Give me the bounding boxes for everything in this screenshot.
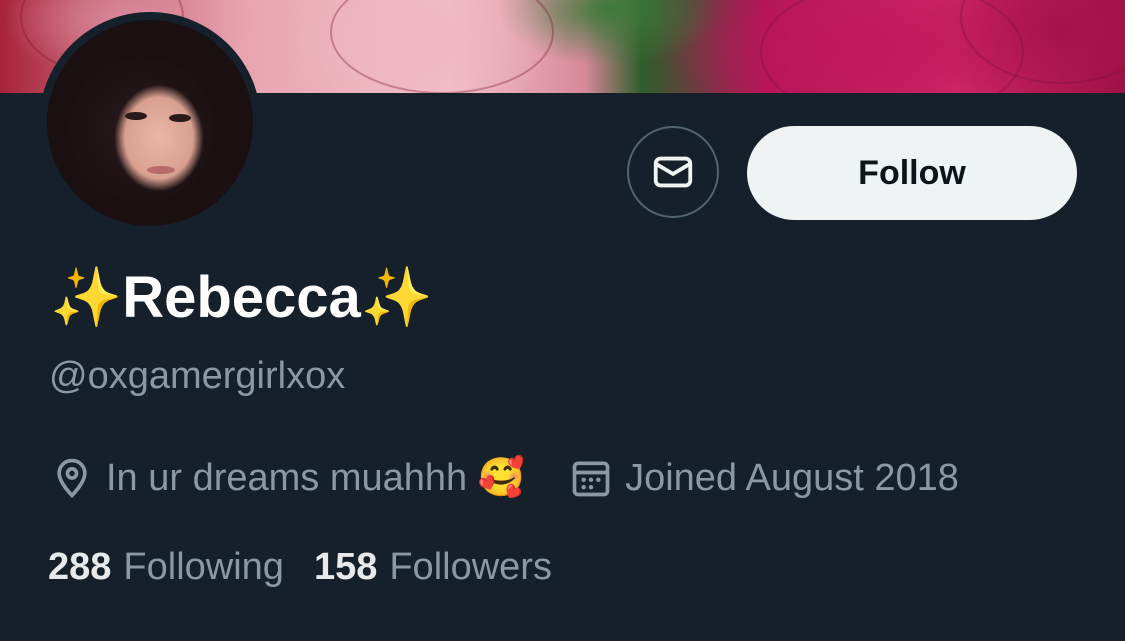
- joined-date: Joined August 2018: [625, 456, 959, 499]
- location-pin-icon: [57, 458, 87, 499]
- display-name: ✨Rebecca✨: [50, 265, 434, 330]
- avatar[interactable]: [39, 12, 261, 234]
- following-link[interactable]: 288 Following: [48, 546, 284, 589]
- follow-button-label: Follow: [858, 153, 966, 192]
- followers-link[interactable]: 158 Followers: [314, 546, 552, 589]
- followers-label: Followers: [389, 545, 552, 588]
- avatar-image: [47, 20, 253, 226]
- calendar-icon: [572, 461, 610, 497]
- location-text: In ur dreams muahhh 🥰: [106, 457, 526, 499]
- follow-button[interactable]: Follow: [747, 126, 1077, 220]
- follow-stats: 288 Following 158 Followers: [48, 543, 552, 591]
- envelope-icon: [653, 156, 693, 188]
- following-count: 288: [48, 545, 112, 588]
- profile-meta: In ur dreams muahhh 🥰 Joined August 2018: [50, 452, 959, 504]
- handle: @oxgamergirlxox: [49, 355, 346, 397]
- followers-count: 158: [313, 545, 378, 588]
- following-label: Following: [123, 545, 284, 588]
- message-button[interactable]: [627, 126, 719, 218]
